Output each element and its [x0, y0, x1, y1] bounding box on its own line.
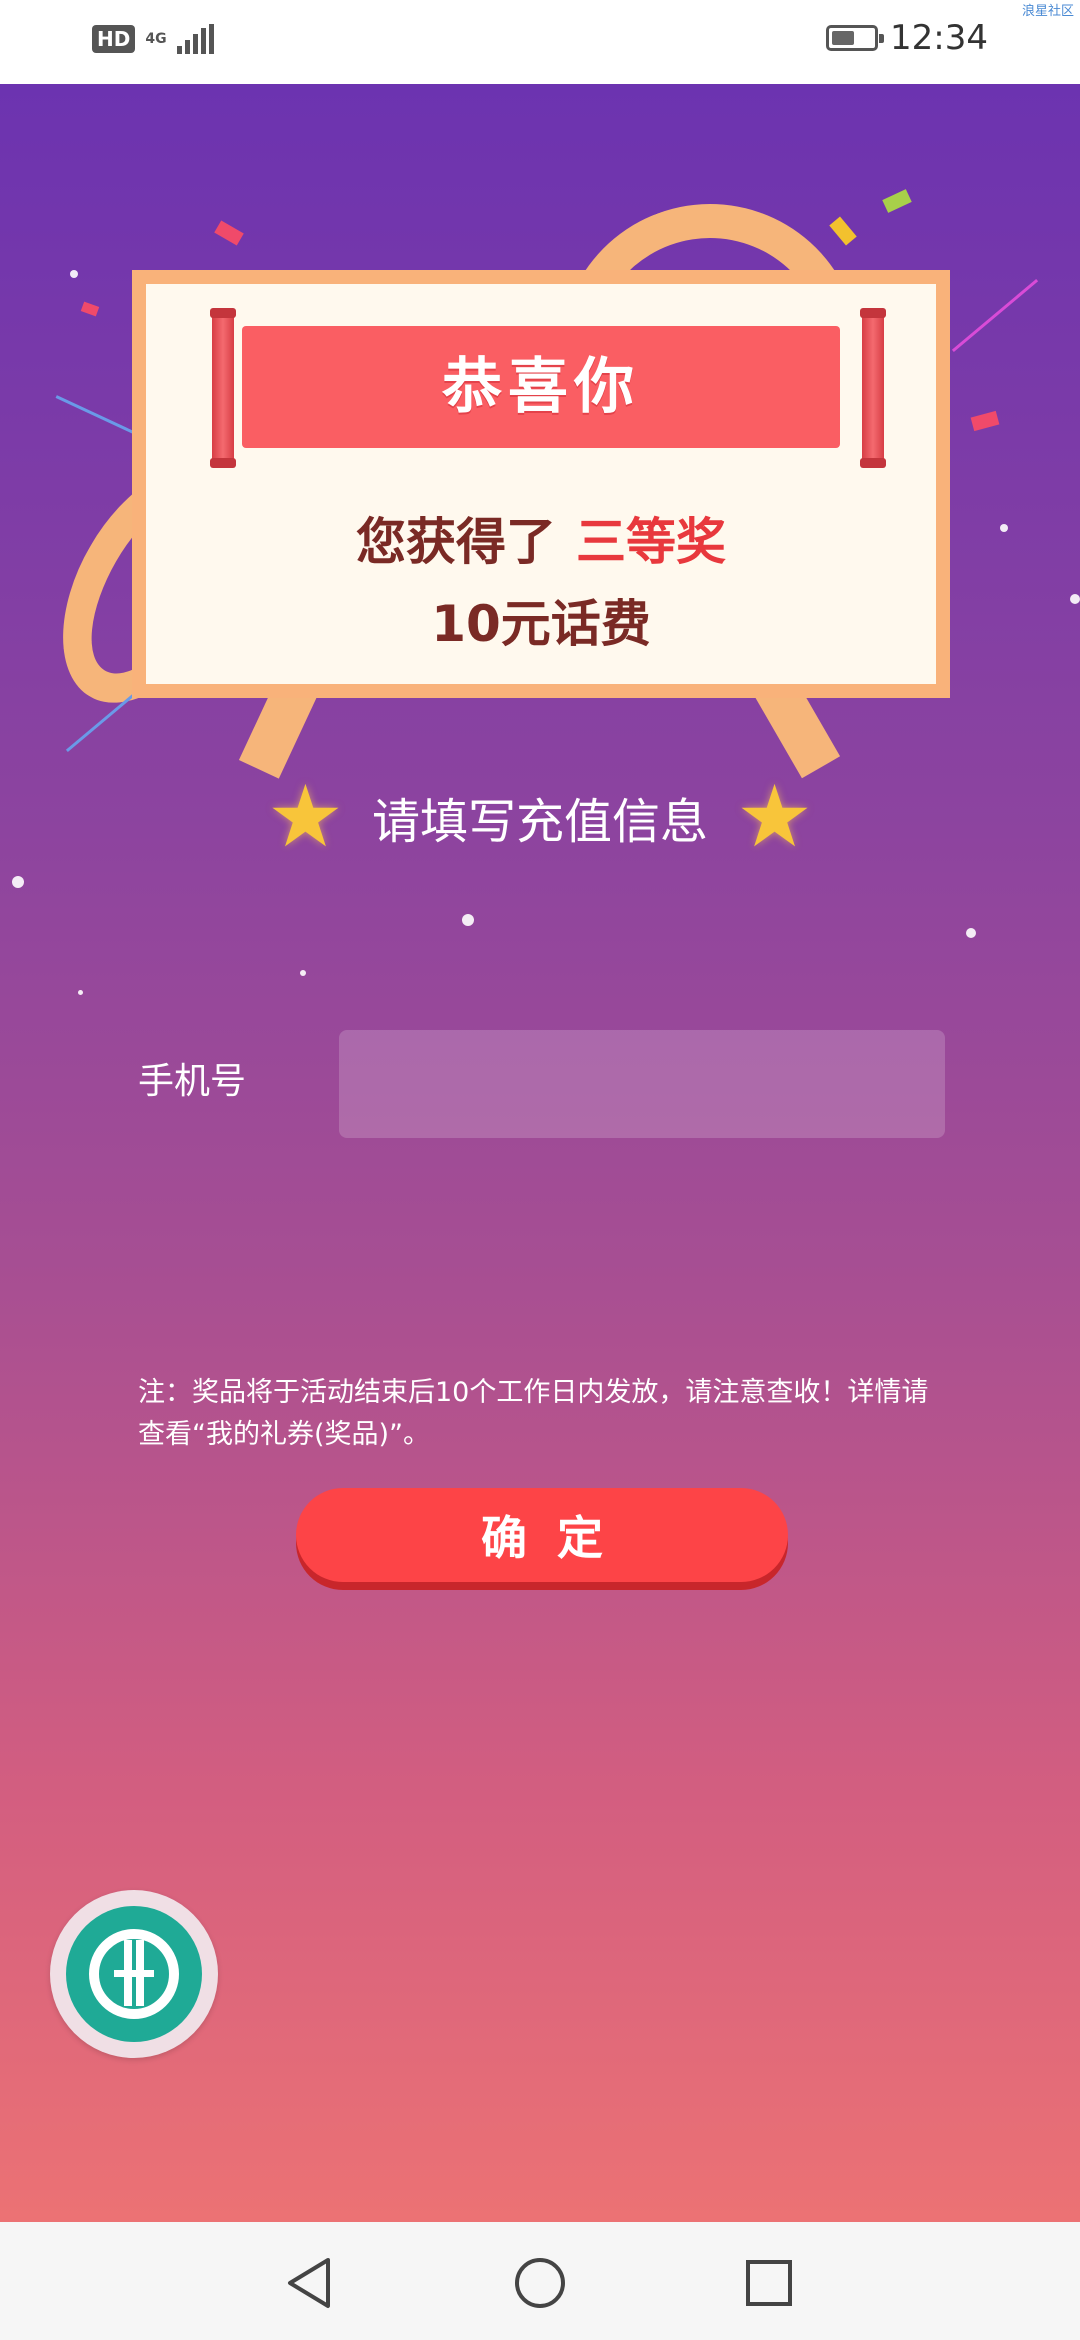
sparkle-dot [300, 970, 306, 976]
won-prefix: 您获得了 [356, 513, 556, 571]
sparkle-dot [12, 876, 24, 888]
prize-note: 注：奖品将于活动结束后10个工作日内发放，请注意查收！详情请查看“我的礼券(奖品… [138, 1377, 929, 1450]
status-right: 12:34 [826, 18, 988, 58]
prize-amount: 10元话费 [431, 595, 651, 653]
recents-square-icon[interactable] [742, 2256, 796, 2310]
confetti [80, 301, 100, 317]
signal-icon [176, 24, 214, 54]
scroll-rod-left [210, 308, 236, 468]
star-icon: ★ [736, 767, 814, 867]
phone-label: 手机号 [138, 1061, 247, 1102]
status-bar: HD 4G 12:34 浪星社区 [0, 0, 1080, 84]
system-nav-bar [0, 2222, 1080, 2340]
confetti [55, 395, 139, 436]
scroll-rod-right [860, 308, 886, 468]
network-type: 4G [145, 31, 167, 47]
status-left: HD 4G [92, 24, 214, 54]
bank-logo-icon [66, 1906, 202, 2042]
battery-icon [826, 25, 885, 51]
phone-input[interactable] [339, 1030, 945, 1138]
lottery-result-page: 恭喜你 您获得了 三等奖 10元话费 ★ 请填写充值信息 ★ 手机号 注：奖品将于… [0, 84, 1080, 2222]
confetti [951, 278, 1039, 353]
sparkle-dot [1000, 524, 1008, 532]
home-circle-icon[interactable] [513, 2256, 567, 2310]
sparkle-dot [966, 928, 976, 938]
prize-banner-card: 恭喜你 您获得了 三等奖 10元话费 [132, 270, 950, 698]
sparkle-dot [1070, 594, 1080, 604]
hd-badge: HD [92, 25, 136, 53]
confirm-button[interactable]: 确定 [296, 1488, 788, 1582]
watermark: 浪星社区 [1021, 4, 1074, 19]
sparkle-dot [70, 270, 78, 278]
confetti [214, 220, 244, 246]
prize-level: 三等奖 [576, 513, 726, 571]
form-subtitle: 请填写充值信息 [371, 794, 708, 850]
sparkle-dot [78, 990, 83, 995]
back-triangle-icon[interactable] [282, 2256, 336, 2310]
confetti [829, 216, 857, 246]
confetti [882, 189, 912, 213]
sparkle-dot [462, 914, 474, 926]
clock: 12:34 [890, 18, 988, 58]
confetti [970, 410, 1000, 432]
won-text: 您获得了 三等奖 [146, 502, 936, 574]
form-subtitle-row: ★ 请填写充值信息 ★ [0, 774, 1080, 860]
star-icon: ★ [266, 767, 344, 867]
banner-title: 恭喜你 [242, 326, 840, 448]
floating-logo-button[interactable] [50, 1890, 218, 2058]
